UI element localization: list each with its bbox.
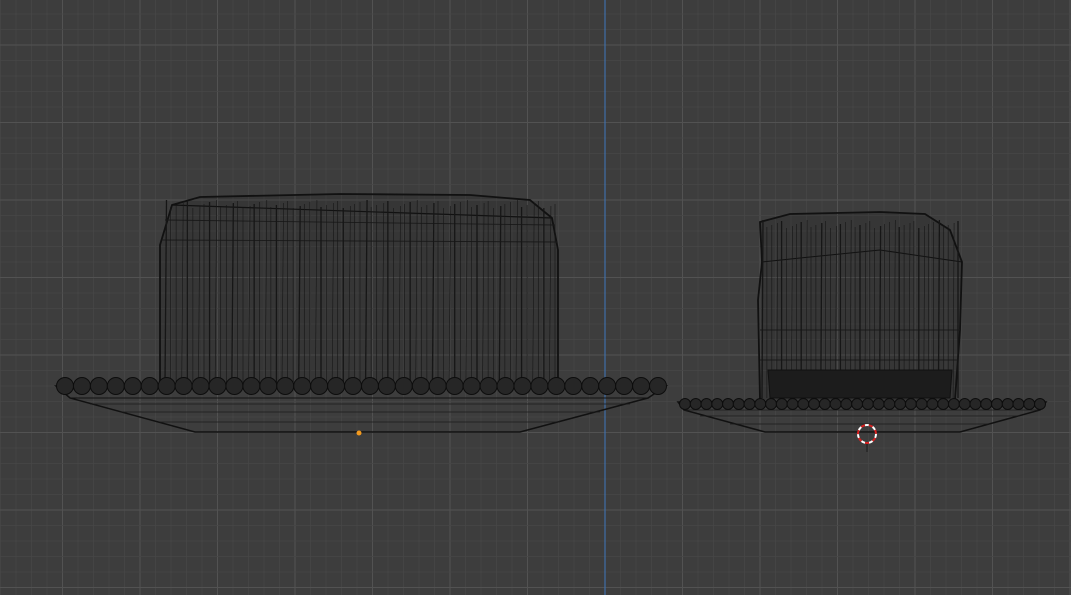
brim-bead bbox=[242, 377, 261, 395]
brim-bead bbox=[700, 398, 713, 410]
brim-bead bbox=[980, 398, 993, 410]
brim-bead bbox=[872, 398, 885, 410]
brim-bead bbox=[754, 398, 767, 410]
brim-bead bbox=[765, 398, 778, 410]
brim-bead bbox=[140, 377, 159, 395]
brim-bead bbox=[990, 398, 1003, 410]
brim-bead bbox=[958, 398, 971, 410]
brim-bead bbox=[1001, 398, 1014, 410]
brim-bead bbox=[513, 377, 532, 395]
brim-bead bbox=[732, 398, 745, 410]
brim-bead bbox=[722, 398, 735, 410]
brim-bead bbox=[479, 377, 498, 395]
brim-bead bbox=[904, 398, 917, 410]
brim-bead bbox=[883, 398, 896, 410]
brim-bead bbox=[1023, 398, 1036, 410]
brim-bead bbox=[679, 398, 691, 410]
brim-bead bbox=[786, 398, 799, 410]
brim-bead bbox=[56, 377, 74, 395]
brim-bead bbox=[581, 377, 600, 395]
brim-bead bbox=[894, 398, 907, 410]
brim-bead bbox=[377, 377, 396, 395]
viewport-scene bbox=[53, 193, 1048, 452]
brim-bead bbox=[445, 377, 464, 395]
brim-bead bbox=[428, 377, 447, 395]
brim-bead bbox=[157, 377, 176, 395]
brim-bead bbox=[394, 377, 413, 395]
brim-bead bbox=[1012, 398, 1025, 410]
brim-bead bbox=[530, 377, 549, 395]
hat-small-wireframe[interactable] bbox=[676, 211, 1048, 433]
brim-bead bbox=[225, 377, 244, 395]
brim-bead bbox=[689, 398, 702, 410]
brim-bead bbox=[276, 377, 295, 395]
brim-bead bbox=[191, 377, 210, 395]
brim-bead bbox=[462, 377, 481, 395]
object-origin-dot[interactable] bbox=[356, 430, 362, 436]
brim-bead bbox=[259, 377, 278, 395]
brim-bead bbox=[947, 398, 960, 410]
brim-bead bbox=[293, 377, 312, 395]
brim-bead bbox=[564, 377, 583, 395]
brim-bead bbox=[861, 398, 874, 410]
brim-bead bbox=[327, 377, 346, 395]
brim-bead bbox=[208, 377, 227, 395]
brim-bead bbox=[969, 398, 982, 410]
brim-bead bbox=[615, 377, 634, 395]
brim-bead bbox=[829, 398, 842, 410]
brim-bead bbox=[775, 398, 788, 410]
brim-bead bbox=[818, 398, 831, 410]
brim-bead bbox=[310, 377, 329, 395]
hat-large-wireframe[interactable] bbox=[53, 193, 669, 436]
brim-bead bbox=[360, 377, 379, 395]
3d-viewport[interactable] bbox=[0, 0, 1071, 595]
brim-bead bbox=[743, 398, 756, 410]
brim-bead bbox=[411, 377, 430, 395]
brim-bead bbox=[547, 377, 566, 395]
brim-bead bbox=[851, 398, 864, 410]
brim-bead bbox=[840, 398, 853, 410]
brim-bead bbox=[797, 398, 810, 410]
brim-bead bbox=[632, 377, 651, 395]
brim-bead bbox=[926, 398, 939, 410]
brim-bead bbox=[915, 398, 928, 410]
brim-bead bbox=[496, 377, 515, 395]
brim-bead bbox=[72, 377, 91, 395]
3d-cursor[interactable] bbox=[857, 424, 877, 452]
brim-bead bbox=[106, 377, 125, 395]
brim-bead bbox=[808, 398, 821, 410]
brim-bead bbox=[89, 377, 108, 395]
brim-bead bbox=[344, 377, 363, 395]
brim-bead bbox=[1034, 398, 1046, 410]
brim-bead bbox=[123, 377, 142, 395]
brim-bead bbox=[598, 377, 617, 395]
brim-bead bbox=[649, 377, 667, 395]
brim-bead bbox=[174, 377, 193, 395]
brim-bead bbox=[711, 398, 724, 410]
brim-bead bbox=[937, 398, 950, 410]
